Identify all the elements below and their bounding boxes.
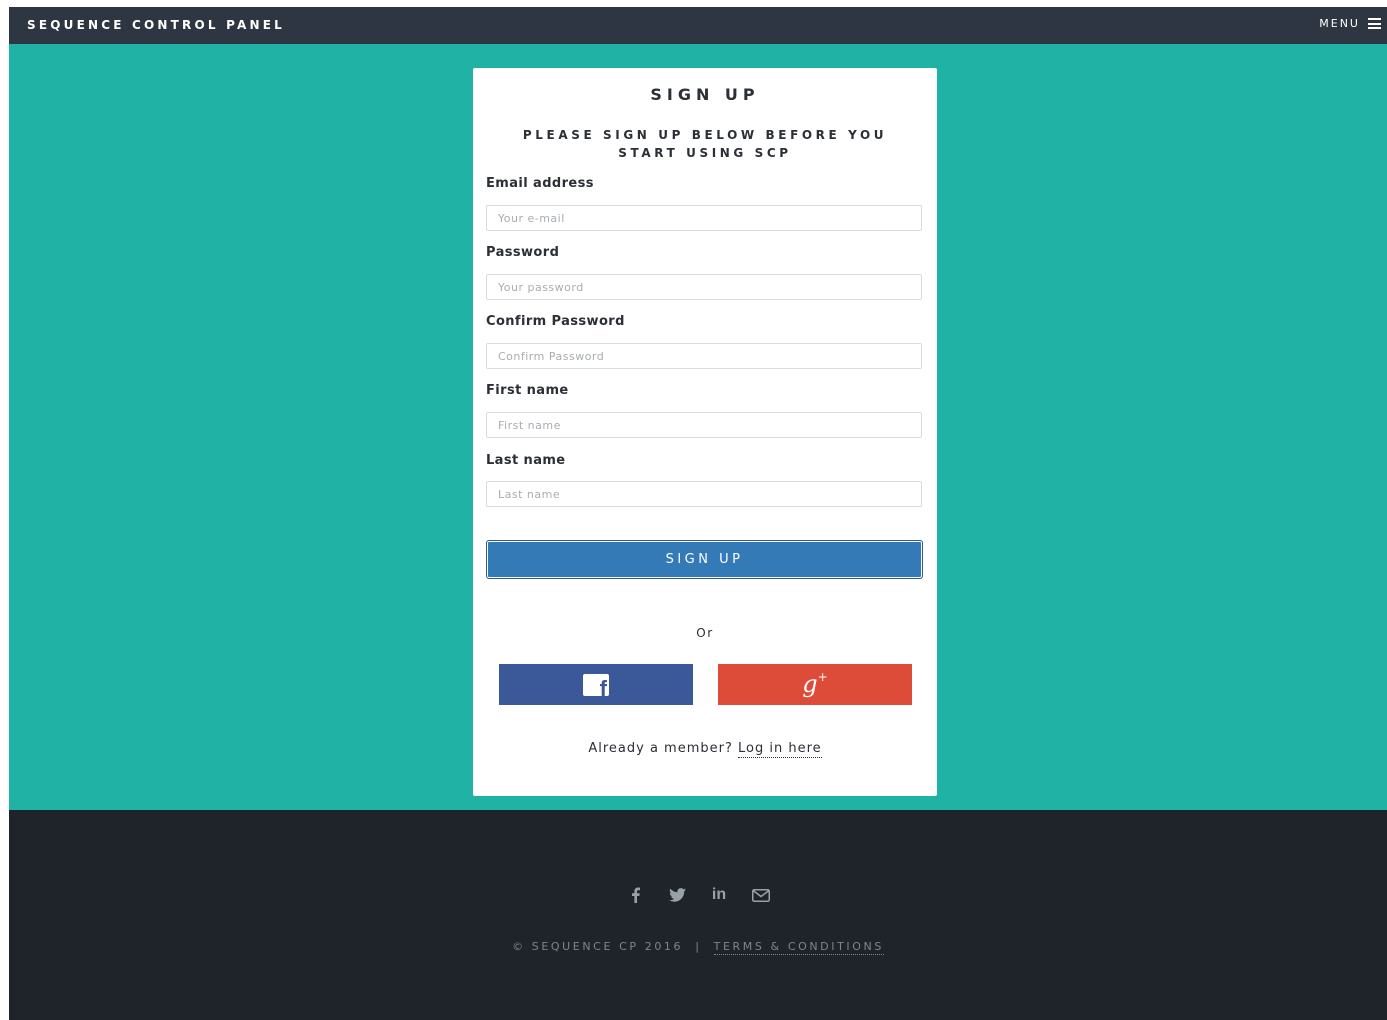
password-field[interactable] (486, 274, 922, 300)
menu-button[interactable]: MENU (1319, 17, 1381, 30)
email-field[interactable] (486, 205, 922, 231)
first-name-label: First name (486, 383, 569, 398)
signup-card: SIGN UP PLEASE SIGN UP BELOW BEFORE YOU … (473, 68, 937, 796)
copyright-text: © SEQUENCE CP 2016 (512, 940, 684, 953)
terms-link[interactable]: TERMS & CONDITIONS (713, 940, 884, 955)
brand-title[interactable]: SEQUENCE CONTROL PANEL (27, 18, 285, 32)
password-label: Password (486, 245, 560, 260)
linkedin-icon[interactable]: in (708, 886, 730, 904)
hamburger-icon (1368, 18, 1381, 29)
top-navbar: SEQUENCE CONTROL PANEL MENU (9, 7, 1387, 44)
sign-up-button[interactable]: SIGN UP (486, 540, 923, 579)
facebook-signup-button[interactable]: f (499, 664, 693, 705)
footer-social-icons: in (9, 886, 1387, 904)
already-member-text: Already a member? (588, 741, 733, 756)
first-name-field[interactable] (486, 412, 922, 438)
twitter-icon[interactable] (666, 886, 688, 904)
confirm-password-label: Confirm Password (486, 314, 625, 329)
google-plus-signup-button[interactable]: g+ (718, 664, 912, 705)
email-label: Email address (486, 176, 594, 191)
already-member-row: Already a member? Log in here (473, 741, 937, 758)
or-divider-text: Or (696, 626, 714, 640)
page-frame: SEQUENCE CONTROL PANEL MENU SIGN UP PLEA… (9, 7, 1387, 1020)
confirm-password-field[interactable] (486, 343, 922, 369)
login-link[interactable]: Log in here (738, 741, 822, 758)
footer: in © SEQUENCE CP 2016 | TERMS & CONDITIO… (9, 810, 1387, 1020)
card-subtitle: PLEASE SIGN UP BELOW BEFORE YOU START US… (522, 128, 888, 160)
hero-section: SIGN UP PLEASE SIGN UP BELOW BEFORE YOU … (9, 44, 1387, 810)
last-name-label: Last name (486, 453, 566, 468)
last-name-field[interactable] (486, 481, 922, 507)
footer-copyright-row: © SEQUENCE CP 2016 | TERMS & CONDITIONS (9, 940, 1387, 955)
envelope-icon[interactable] (750, 886, 772, 904)
card-title: SIGN UP (650, 85, 760, 104)
footer-separator: | (695, 940, 702, 953)
facebook-icon[interactable] (624, 886, 646, 904)
facebook-icon: f (583, 673, 609, 696)
google-plus-icon: g+ (802, 669, 828, 698)
menu-label: MENU (1319, 17, 1360, 30)
